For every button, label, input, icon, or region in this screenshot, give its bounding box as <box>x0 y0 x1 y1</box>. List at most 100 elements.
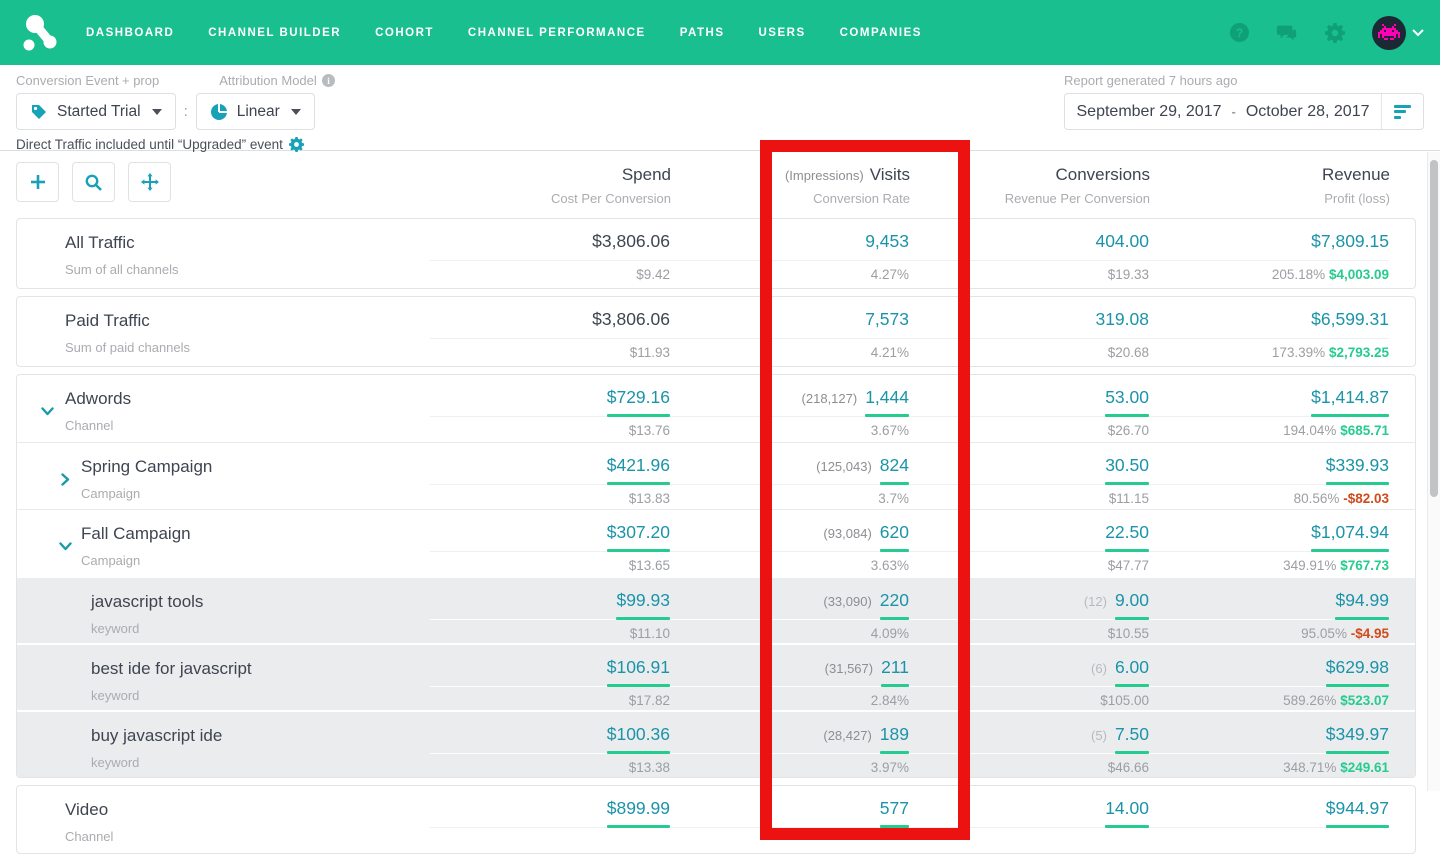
conversions-cell: 30.50 $11.15 <box>909 455 1149 509</box>
spend-cell: $729.16 $13.76 <box>430 387 670 442</box>
nav-item-companies[interactable]: COMPANIES <box>840 27 922 39</box>
revenue-per-conversion-value: $46.66 <box>909 760 1149 775</box>
expand-chevron-icon[interactable] <box>59 538 72 556</box>
row-subtitle: keyword <box>91 755 430 770</box>
spend-value[interactable]: $100.36 <box>607 724 670 745</box>
scrollbar-track[interactable] <box>1427 152 1440 791</box>
profit-percent-value: 348.71% <box>1283 760 1336 775</box>
spend-value[interactable]: $729.16 <box>607 387 670 408</box>
chevron-down-icon[interactable] <box>1412 29 1424 37</box>
impressions-value: (218,127) <box>802 391 858 406</box>
add-channel-button[interactable] <box>16 162 59 202</box>
conversions-value[interactable]: 7.50 <box>1115 724 1149 745</box>
revenue-value[interactable]: $1,414.87 <box>1311 387 1389 408</box>
expand-chevron-icon[interactable] <box>41 403 54 421</box>
profit-percent-value: 80.56% <box>1294 491 1340 506</box>
profit-amount-value: $685.71 <box>1340 423 1389 438</box>
conversion-rate-value: 3.67% <box>670 423 909 438</box>
spend-value[interactable]: $99.93 <box>616 590 670 611</box>
separator: : <box>184 103 188 120</box>
date-start: September 29, 2017 <box>1077 103 1222 121</box>
nav-item-channel-builder[interactable]: CHANNEL BUILDER <box>208 27 341 39</box>
user-avatar[interactable] <box>1372 16 1406 50</box>
conversions-cell: (5) 7.50 $46.66 <box>909 724 1149 777</box>
revenue-value[interactable]: $94.99 <box>1335 590 1389 611</box>
assisted-conversions-value: (12) <box>1084 594 1107 609</box>
column-header-revenue: Revenue Profit (loss) <box>1150 162 1390 206</box>
spend-value[interactable]: $307.20 <box>607 522 670 543</box>
attribution-model-value: Linear <box>237 103 280 121</box>
date-filter-icon[interactable] <box>1381 94 1423 129</box>
profit-amount-value: $249.61 <box>1340 760 1389 775</box>
visits-value[interactable]: 189 <box>880 724 909 745</box>
row-title: Adwords <box>65 387 430 409</box>
row-subtitle: keyword <box>91 621 430 636</box>
spend-value[interactable]: $106.91 <box>607 657 670 678</box>
row-subtitle: Channel <box>65 829 430 844</box>
table-toolbar <box>16 162 431 202</box>
direct-traffic-note: Direct Traffic included until “Upgraded”… <box>16 137 283 152</box>
revenue-value[interactable]: $629.98 <box>1326 657 1389 678</box>
row-title: All Traffic <box>65 231 430 253</box>
visits-cell: 7,573 4.21% <box>670 309 909 366</box>
visits-cell: (218,127) 1,444 3.67% <box>670 387 909 442</box>
table-card: Paid Traffic Sum of paid channels $3,806… <box>16 296 1416 367</box>
revenue-cell: $339.93 80.56% -$82.03 <box>1149 455 1389 509</box>
revenue-value[interactable]: $349.97 <box>1326 724 1389 745</box>
scrollbar-thumb[interactable] <box>1430 160 1438 497</box>
visits-value[interactable]: 220 <box>880 590 909 611</box>
revenue-value[interactable]: $944.97 <box>1326 798 1389 819</box>
spend-value[interactable]: $899.99 <box>607 798 670 819</box>
row-title: Fall Campaign <box>81 522 430 544</box>
visits-value[interactable]: 824 <box>880 455 909 476</box>
row-title: Paid Traffic <box>65 309 430 331</box>
conversions-value[interactable]: 14.00 <box>1105 798 1149 819</box>
search-button[interactable] <box>72 162 115 202</box>
attribution-logo <box>22 13 62 53</box>
info-icon[interactable]: i <box>322 74 335 87</box>
conversions-value[interactable]: 9.00 <box>1115 590 1149 611</box>
nav-item-channel-performance[interactable]: CHANNEL PERFORMANCE <box>468 27 646 39</box>
conversions-value[interactable]: 22.50 <box>1105 522 1149 543</box>
nav-item-paths[interactable]: PATHS <box>680 27 725 39</box>
revenue-value[interactable]: $339.93 <box>1326 455 1389 476</box>
add-prop-label[interactable]: + prop <box>122 73 159 88</box>
assisted-conversions-value: (5) <box>1091 728 1107 743</box>
conversions-value[interactable]: 53.00 <box>1105 387 1149 408</box>
conversions-value[interactable]: 30.50 <box>1105 455 1149 476</box>
row-name-cell: Video Channel <box>17 798 430 853</box>
conversions-value[interactable]: 6.00 <box>1115 657 1149 678</box>
conversion-event-dropdown[interactable]: Started Trial <box>16 93 176 130</box>
visits-value[interactable]: 211 <box>881 657 909 678</box>
table-row: Spring Campaign Campaign $421.96 $13.83 … <box>17 442 1415 509</box>
row-subtitle: Channel <box>65 418 430 433</box>
gear-icon[interactable] <box>1324 22 1346 44</box>
revenue-value[interactable]: $1,074.94 <box>1311 522 1389 543</box>
row-name-cell: buy javascript ide keyword <box>17 724 430 777</box>
nav-item-cohort[interactable]: COHORT <box>375 27 434 39</box>
visits-cell: (33,090)220 4.09% <box>670 590 909 643</box>
conversions-cell: (12)9.00 $10.55 <box>909 590 1149 643</box>
conversions-value: 404.00 <box>1095 231 1149 252</box>
table-card: Adwords Channel $729.16 $13.76 (218,127)… <box>16 374 1416 778</box>
revenue-per-conversion-value: $26.70 <box>909 423 1149 438</box>
profit-amount-value: -$4.95 <box>1351 626 1389 641</box>
visits-value[interactable]: 620 <box>880 522 909 543</box>
nav-item-dashboard[interactable]: DASHBOARD <box>86 27 174 39</box>
help-icon[interactable]: ? <box>1228 22 1250 44</box>
cost-per-conversion-value: $13.38 <box>430 760 670 775</box>
move-button[interactable] <box>128 162 171 202</box>
spend-value: $3,806.06 <box>592 231 670 252</box>
nav-item-users[interactable]: USERS <box>759 27 806 39</box>
visits-value[interactable]: 1,444 <box>865 387 909 408</box>
visits-cell: (31,567)211 2.84% <box>670 657 909 710</box>
spend-value[interactable]: $421.96 <box>607 455 670 476</box>
date-range-picker[interactable]: September 29, 2017 - October 28, 2017 <box>1064 93 1424 130</box>
visits-value[interactable]: 577 <box>880 798 909 819</box>
expand-chevron-icon[interactable] <box>59 471 72 489</box>
settings-gear-icon[interactable] <box>289 137 304 152</box>
conversion-rate-value: 3.7% <box>670 491 909 506</box>
conversion-rate-value: 4.09% <box>670 626 909 641</box>
chat-icon[interactable] <box>1276 22 1298 44</box>
attribution-model-dropdown[interactable]: Linear <box>196 93 315 130</box>
